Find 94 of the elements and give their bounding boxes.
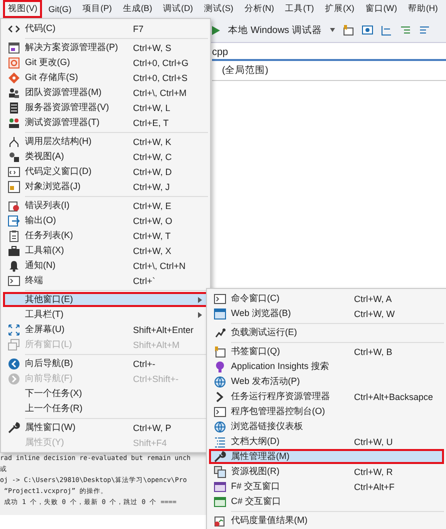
hierarchy-icon xyxy=(8,136,20,148)
menu-item[interactable]: 错误列表(I) Ctrl+W, E xyxy=(3,198,208,213)
outdent-icon[interactable] xyxy=(418,24,430,36)
terminal-icon xyxy=(214,292,226,304)
wrench-icon xyxy=(8,422,20,434)
people-icon xyxy=(8,86,20,98)
menu-item[interactable]: 代码定义窗口(D) Ctrl+W, D xyxy=(3,164,208,179)
menu-bar-item[interactable]: 项目(P) xyxy=(77,0,117,18)
outline-icon xyxy=(214,436,226,448)
menu-item[interactable]: 文档大纲(D) Ctrl+W, U xyxy=(209,434,444,449)
wrench-icon xyxy=(214,450,226,462)
menu-item[interactable]: 服务器资源管理器(V) Ctrl+W, L xyxy=(3,100,208,115)
menu-bar-item[interactable]: 工具(T) xyxy=(280,0,319,18)
globe-icon xyxy=(214,420,226,432)
menu-item[interactable]: F# 交互窗口 Ctrl+Alt+F xyxy=(209,479,444,494)
windows-icon xyxy=(8,338,20,350)
bell-icon xyxy=(8,260,20,272)
globe-icon xyxy=(214,376,226,388)
menu-item[interactable]: 对象浏览器(J) Ctrl+W, J xyxy=(3,179,208,194)
class-icon xyxy=(8,150,20,162)
step-icon[interactable] xyxy=(380,24,392,36)
bulb-icon xyxy=(214,360,226,372)
menu-item[interactable]: 资源视图(R) Ctrl+W, R xyxy=(209,464,444,479)
menu-item[interactable]: 全屏幕(U) Shift+Alt+Enter xyxy=(3,322,208,337)
clipboard-icon xyxy=(8,230,20,242)
menu-item[interactable]: 测试资源管理器(T) Ctrl+E, T xyxy=(3,115,208,130)
menu-item[interactable]: 命令窗口(C) Ctrl+W, A xyxy=(209,291,444,306)
load-icon xyxy=(214,326,226,338)
terminal-icon xyxy=(214,406,226,418)
menu-item[interactable]: 负载测试运行(E) xyxy=(209,325,444,340)
menu-item[interactable]: 任务运行程序资源管理器 Ctrl+Alt+Backsapce xyxy=(209,389,444,404)
window-icon xyxy=(8,42,20,54)
toolbox-icon xyxy=(8,244,20,256)
menu-bar-item[interactable]: Git(G) xyxy=(43,1,76,17)
menu-item[interactable]: 浏览器链接仪表板 xyxy=(209,419,444,434)
menu-item[interactable]: 代码度量值结果(M) xyxy=(209,513,444,528)
menu-item[interactable]: 属性管理器(M) xyxy=(209,449,444,464)
menu-item[interactable]: 终端 Ctrl+` xyxy=(3,273,208,288)
menu-item[interactable]: 书签窗口(Q) Ctrl+W, B xyxy=(209,344,444,359)
chevron-icon xyxy=(214,390,226,402)
error-list-icon xyxy=(8,200,20,212)
menu-bar-item[interactable]: 生成(B) xyxy=(118,0,158,18)
menu-item[interactable]: 程序包管理器控制台(O) xyxy=(209,404,444,419)
menu-item[interactable]: 输出(O) Ctrl+W, O xyxy=(3,213,208,228)
browser-icon xyxy=(214,308,226,320)
menu-bar-item[interactable]: 分析(N) xyxy=(239,0,280,18)
diamond-icon xyxy=(8,72,20,84)
terminal-icon xyxy=(8,274,20,286)
menu-bar-item[interactable]: 扩展(X) xyxy=(320,0,360,18)
menu-item[interactable]: 属性窗口(W) Ctrl+W, P xyxy=(3,420,208,435)
menu-item[interactable]: 调用层次结构(H) Ctrl+W, K xyxy=(3,134,208,149)
menu-item[interactable]: Git 存储库(S) Ctrl+0, Ctrl+S xyxy=(3,70,208,85)
test-icon xyxy=(8,116,20,128)
menu-item[interactable]: 代码(C) F7 xyxy=(3,21,208,36)
menu-item[interactable]: C# 交互窗口 xyxy=(209,494,444,509)
menu-item[interactable]: Web 发布活动(P) xyxy=(209,374,444,389)
caret-icon[interactable] xyxy=(330,28,335,32)
menu-item[interactable]: 解决方案资源管理器(P) Ctrl+W, S xyxy=(3,40,208,55)
menu-item[interactable]: Application Insights 搜索 xyxy=(209,359,444,374)
expand-icon xyxy=(8,324,20,336)
screen-icon[interactable] xyxy=(362,24,373,36)
menu-item[interactable]: Web 浏览器(B) Ctrl+W, W xyxy=(209,306,444,321)
menu-bar-item[interactable]: 测试(S) xyxy=(198,0,238,18)
menu-item[interactable]: 上一个任务(R) xyxy=(3,401,208,416)
scope-dropdown[interactable]: (全局范围) xyxy=(212,61,446,81)
window-icon xyxy=(8,166,20,178)
git-change-icon xyxy=(8,56,20,68)
menu-item[interactable]: 工具栏(T) xyxy=(3,307,208,322)
menu-item[interactable]: 向后导航(B) Ctrl+- xyxy=(3,356,208,371)
menu-bar-item[interactable]: 视图(V) xyxy=(3,0,42,18)
object-browser-icon xyxy=(8,180,20,192)
output-icon xyxy=(8,214,20,226)
file-tab[interactable]: cpp xyxy=(212,43,446,61)
angle-brackets-icon xyxy=(8,22,20,34)
indent-icon[interactable] xyxy=(400,24,411,36)
menu-bar-item[interactable]: 调试(D) xyxy=(158,0,198,18)
debugger-button[interactable]: 本地 Windows 调试器 xyxy=(228,24,322,36)
bookmark-icon[interactable] xyxy=(342,24,354,36)
bookmark-icon xyxy=(214,346,226,358)
menu-item[interactable]: 下一个任务(X) xyxy=(3,386,208,401)
menu-bar-item[interactable]: 帮助(H) xyxy=(403,0,443,18)
menu-item[interactable]: 其他窗口(E) xyxy=(3,292,208,307)
menu-item[interactable]: 工具箱(X) Ctrl+W, X xyxy=(3,243,208,258)
menu-item[interactable]: Git 更改(G) Ctrl+0, Ctrl+G xyxy=(3,55,208,70)
menu-item[interactable]: 通知(N) Ctrl+\, Ctrl+N xyxy=(3,258,208,273)
console-window-icon xyxy=(214,496,226,508)
server-icon xyxy=(8,102,20,114)
console-window-icon xyxy=(214,480,226,492)
menu-item[interactable]: 类视图(A) Ctrl+W, C xyxy=(3,149,208,164)
menu-item[interactable]: 团队资源管理器(M) Ctrl+\, Ctrl+M xyxy=(3,85,208,100)
menu-item[interactable]: 任务列表(K) Ctrl+W, T xyxy=(3,228,208,243)
resource-icon xyxy=(214,466,226,478)
metrics-icon xyxy=(214,514,226,526)
menu-bar-item[interactable]: 窗口(W) xyxy=(360,0,402,18)
